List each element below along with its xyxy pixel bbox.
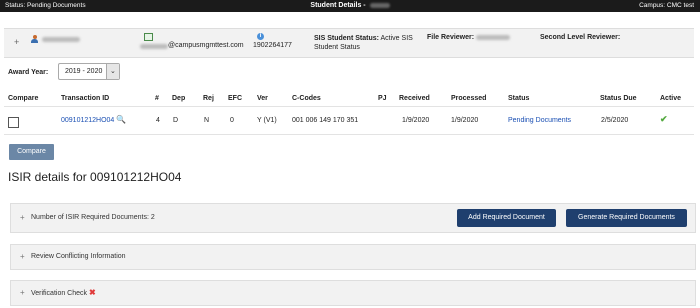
file-reviewer: File Reviewer: [427,34,511,41]
cell-efc: 0 [230,117,234,124]
email-user-redacted [140,44,168,49]
compare-button[interactable]: Compare [9,144,54,160]
col-status: Status [508,95,530,102]
col-received: Received [399,95,430,102]
page-title: Student Details - [0,0,700,12]
student-info-bar: + @campusmgmttest.com i 1902264177 SIS S… [4,28,694,58]
chevron-down-icon[interactable]: ⌄ [106,64,119,79]
cell-received: 1/9/2020 [402,117,430,124]
cell-dep: D [173,117,179,124]
magnify-icon[interactable]: 🔍 [116,115,126,124]
compare-checkbox[interactable] [8,117,19,128]
expand-icon[interactable]: + [14,37,19,47]
col-compare: Compare [8,95,39,102]
col-ccodes: C-Codes [292,95,321,102]
student-email[interactable]: @campusmgmttest.com [168,42,244,49]
student-name-redacted [369,2,390,8]
expand-icon[interactable]: + [20,252,25,261]
student-icon [31,35,38,43]
cell-ver: Y (V1) [257,117,277,124]
col-efc: EFC [228,95,242,102]
col-number: # [155,95,159,102]
generate-required-documents-button[interactable]: Generate Required Documents [566,209,687,227]
cell-status-due: 2/5/2020 [601,117,629,124]
col-processed: Processed [451,95,487,102]
expand-icon[interactable]: + [20,213,25,222]
cell-ccodes: 001 006 149 170 351 [292,117,359,124]
check-icon: ✔ [660,114,668,124]
cell-number: 4 [156,117,160,124]
cell-rej: N [204,117,210,124]
col-ver: Ver [257,95,268,102]
student-phone: 1902264177 [253,42,292,49]
verification-check-label: Verification Check ✖ [31,288,96,297]
required-documents-label: Number of ISIR Required Documents: 2 [31,214,155,221]
award-year-value: 2019 - 2020 [65,68,103,75]
col-rej: Rej [203,95,214,102]
campus-text: Campus: CMC test [639,2,694,9]
required-documents-panel[interactable]: + Number of ISIR Required Documents: 2 A… [10,203,696,233]
sis-status: SIS Student Status: Active SIS Student S… [314,35,413,51]
isir-details-title: ISIR details for 009101212HO04 [8,170,182,184]
col-status-due: Status Due [600,95,637,102]
col-dep: Dep [172,95,186,102]
info-icon[interactable]: i [257,33,264,40]
email-icon [144,33,153,41]
status-link[interactable]: Pending Documents [508,117,571,124]
error-x-icon: ✖ [89,288,96,297]
divider [4,134,694,135]
col-transaction-id: Transaction ID [61,95,110,102]
student-name-redacted [42,37,80,42]
verification-check-panel[interactable]: + Verification Check ✖ [10,280,696,306]
add-required-document-button[interactable]: Add Required Document [457,209,556,227]
award-year-label: Award Year: [8,69,49,76]
col-pj: PJ [378,95,387,102]
file-reviewer-redacted [476,34,511,40]
review-conflicting-label: Review Conflicting Information [31,253,126,260]
col-active: Active [660,95,682,102]
award-year-select[interactable]: 2019 - 2020 ⌄ [58,63,120,80]
expand-icon[interactable]: + [20,288,25,297]
top-bar: Status: Pending Documents Student Detail… [0,0,700,12]
cell-processed: 1/9/2020 [451,117,479,124]
divider [4,106,694,107]
transaction-id-link[interactable]: 009101212HO04 [61,117,114,124]
review-conflicting-panel[interactable]: + Review Conflicting Information [10,244,696,270]
second-level-reviewer: Second Level Reviewer: [540,34,621,41]
